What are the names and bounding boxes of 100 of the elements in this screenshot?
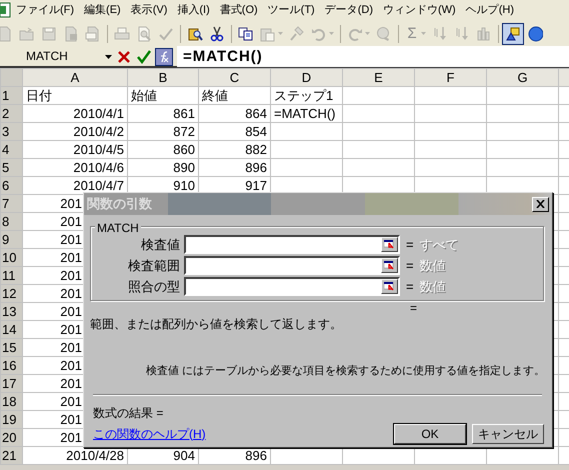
ok-button[interactable]: OK [394, 424, 466, 444]
column-header[interactable]: B [128, 68, 198, 86]
cell-text: 861 [173, 106, 195, 120]
cell-text: 864 [245, 106, 267, 120]
menu-item[interactable]: ヘルプ(H) [460, 1, 519, 19]
cell-text: 201 [60, 322, 82, 336]
caret-icon [329, 32, 334, 35]
cut-icon [209, 26, 225, 42]
row-header[interactable]: 2 [0, 104, 22, 122]
row-header[interactable]: 12 [0, 284, 22, 302]
equals-sign: = [410, 301, 418, 315]
row-header[interactable]: 7 [0, 194, 22, 212]
cell-text: 201 [60, 268, 82, 282]
print-icon [114, 26, 130, 42]
cell-text: 882 [245, 142, 267, 156]
close-icon [536, 200, 545, 208]
row-header[interactable]: 6 [0, 176, 22, 194]
argument-field[interactable] [184, 256, 400, 275]
column-header[interactable]: C [198, 68, 270, 86]
enter-icon[interactable] [136, 48, 152, 64]
chart-icon [476, 26, 492, 42]
menu-item[interactable]: ツール(T) [262, 1, 320, 19]
open-folder-icon [19, 26, 35, 42]
argument-description: 検査値 にはテーブルから必要な項目を検索するために使用する値を指定します。 [146, 365, 546, 377]
argument-label: 照合の型 [127, 278, 181, 296]
argument-label: 検査範囲 [127, 256, 181, 275]
row-header[interactable]: 19 [0, 410, 22, 428]
new-document-icon [0, 26, 13, 42]
row-header[interactable]: 5 [0, 158, 22, 176]
argument-field[interactable] [184, 277, 400, 296]
function-icon [158, 50, 170, 62]
row-header[interactable]: 20 [0, 428, 22, 446]
column-header[interactable]: F [414, 68, 486, 86]
argument-result: 数値 [420, 278, 446, 296]
spreadsheet-icon[interactable] [0, 2, 11, 18]
function-description: 範囲、または配列から値を検索して返します。 [90, 317, 342, 331]
formula-field[interactable]: =MATCH() [177, 46, 569, 67]
menu-item[interactable]: 挿入(I) [172, 1, 215, 19]
name-box[interactable]: MATCH [0, 47, 116, 66]
equals-sign: = [406, 278, 414, 296]
drawing-icon [505, 26, 521, 42]
cancel-icon[interactable] [116, 48, 132, 64]
sort-ascending-icon [432, 26, 448, 42]
cell-text: 201 [60, 232, 82, 246]
cell-text: 201 [60, 358, 82, 372]
cell-text: 2010/4/5 [73, 142, 124, 156]
menu-item[interactable]: 表示(V) [126, 1, 172, 19]
row-header[interactable]: 10 [0, 248, 22, 266]
equals-sign: = [406, 256, 414, 275]
cell-text: 917 [245, 178, 267, 192]
column-header[interactable]: E [342, 68, 414, 86]
cell-text: 201 [60, 376, 82, 390]
cell-text: 日付 [26, 88, 52, 102]
drawing-button[interactable] [502, 22, 524, 44]
save-icon [41, 26, 57, 42]
menu-item[interactable]: ファイル(F) [11, 1, 80, 19]
row-header[interactable]: 11 [0, 266, 22, 284]
cell-text: 201 [60, 430, 82, 444]
row-header[interactable]: 1 [0, 86, 22, 104]
row-header[interactable]: 21 [0, 446, 22, 464]
equals-sign: = [406, 236, 414, 254]
argument-field[interactable] [184, 235, 400, 254]
menu-item[interactable]: ウィンドウ(W) [378, 1, 461, 19]
cancel-button[interactable]: キャンセル [472, 424, 544, 444]
copy-icon [238, 26, 254, 42]
column-header[interactable]: G [486, 68, 558, 86]
row-header[interactable]: 18 [0, 392, 22, 410]
cell-text: 860 [173, 142, 195, 156]
row-header[interactable]: 9 [0, 230, 22, 248]
row-header[interactable]: 15 [0, 338, 22, 356]
argument-result: すべて [420, 236, 459, 254]
row-header[interactable]: 3 [0, 122, 22, 140]
cell-text: 2010/4/7 [73, 178, 124, 192]
collapse-dialog-button[interactable] [381, 258, 398, 273]
cell-text: 201 [60, 196, 82, 210]
row-header[interactable]: 16 [0, 356, 22, 374]
cell-text: =MATCH() [274, 106, 336, 120]
row-header[interactable]: 4 [0, 140, 22, 158]
collapse-dialog-button[interactable] [381, 279, 398, 294]
menu-item[interactable]: 書式(O) [214, 1, 263, 19]
cell-text: 2010/4/6 [73, 160, 124, 174]
insert-function-button[interactable] [155, 48, 173, 66]
column-header[interactable]: D [270, 68, 342, 86]
argument-label: 検査値 [140, 236, 181, 254]
cell-text: 890 [173, 160, 195, 174]
cell-text: 2010/4/1 [73, 106, 124, 120]
menu-item[interactable]: データ(D) [320, 1, 378, 19]
row-header[interactable]: 17 [0, 374, 22, 392]
close-button[interactable] [532, 196, 549, 212]
collapse-dialog-button[interactable] [381, 237, 398, 252]
column-header[interactable]: A [22, 68, 128, 86]
menu-item[interactable]: 編集(E) [79, 1, 126, 19]
help-link[interactable]: この関数のヘルプ(H) [93, 424, 206, 442]
row-header[interactable]: 13 [0, 302, 22, 320]
cell-text: 201 [60, 412, 82, 426]
row-header[interactable]: 14 [0, 320, 22, 338]
row-header[interactable]: 8 [0, 212, 22, 230]
cell-text: 終値 [202, 88, 228, 102]
research-icon [187, 26, 203, 42]
name-box-text: MATCH [26, 48, 68, 65]
